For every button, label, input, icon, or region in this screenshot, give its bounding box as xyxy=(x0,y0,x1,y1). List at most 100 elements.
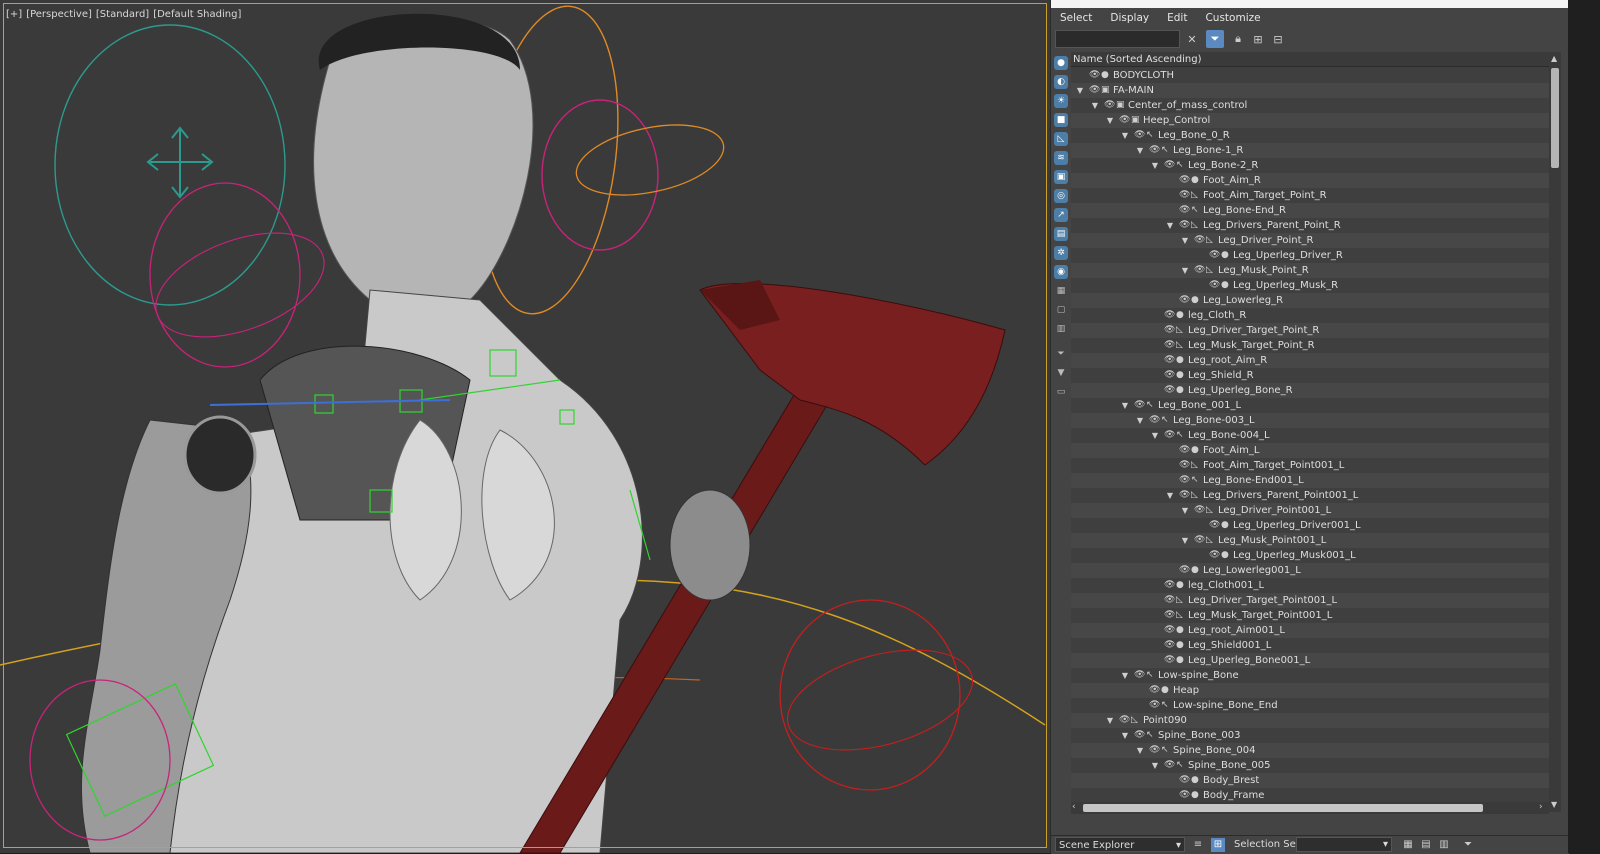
viewport-shading-menu[interactable]: [Default Shading] xyxy=(153,9,241,20)
filter-toggle-icon[interactable]: ⏷ xyxy=(1206,30,1224,48)
tree-row[interactable]: 👁︎ ● Body_Frame xyxy=(1071,788,1549,803)
scroll-up-icon[interactable]: ▲ xyxy=(1551,54,1557,63)
visibility-eye-icon[interactable]: 👁︎ xyxy=(1194,233,1205,248)
visibility-eye-icon[interactable]: 👁︎ xyxy=(1149,683,1160,698)
cameras-filter-icon[interactable]: ■ xyxy=(1054,113,1068,127)
create-selection-set-icon[interactable]: ▦ xyxy=(1401,838,1415,852)
tree-row[interactable]: ▼ 👁︎ ↖ Spine_Bone_005 xyxy=(1071,758,1549,773)
clear-search-icon[interactable]: ✕ xyxy=(1183,30,1201,48)
expand-toggle-icon[interactable]: ▼ xyxy=(1180,233,1190,248)
viewport-perspective[interactable]: [+] [Perspective] [Standard] [Default Shadi… xyxy=(0,0,1051,853)
xrefs-filter-icon[interactable]: ◎ xyxy=(1054,189,1068,203)
tree-row[interactable]: 👁︎ ● Leg_Uperleg_Musk001_L xyxy=(1071,548,1549,563)
tree-vertical-scrollbar[interactable]: ▲ ▼ xyxy=(1549,52,1561,812)
visibility-eye-icon[interactable]: 👁︎ xyxy=(1179,788,1190,803)
tree-row[interactable]: 👁︎ ● leg_Cloth_R xyxy=(1071,308,1549,323)
tree-row[interactable]: ▼ 👁︎ ↖ Leg_Bone_0_R xyxy=(1071,128,1549,143)
visibility-eye-icon[interactable]: 👁︎ xyxy=(1149,413,1160,428)
visibility-eye-icon[interactable]: 👁︎ xyxy=(1164,638,1175,653)
viewport-point-of-view-menu[interactable]: [Perspective] xyxy=(26,9,92,20)
tree-row[interactable]: 👁︎ ● Body_Brest xyxy=(1071,773,1549,788)
tree-row[interactable]: 👁︎ ● BODYCLOTH xyxy=(1071,68,1549,83)
menu-display[interactable]: Display xyxy=(1101,8,1158,28)
visibility-eye-icon[interactable]: 👁︎ xyxy=(1209,548,1220,563)
tree-row[interactable]: ▼ 👁︎ ◺ Leg_Musk_Point001_L xyxy=(1071,533,1549,548)
visibility-eye-icon[interactable]: 👁︎ xyxy=(1194,533,1205,548)
visibility-eye-icon[interactable]: 👁︎ xyxy=(1134,728,1145,743)
visibility-eye-icon[interactable]: 👁︎ xyxy=(1164,578,1175,593)
visibility-eye-icon[interactable]: 👁︎ xyxy=(1164,338,1175,353)
tree-row[interactable]: 👁︎ ◺ Leg_Driver_Target_Point_R xyxy=(1071,323,1549,338)
viewport-scene[interactable] xyxy=(0,0,1050,853)
visibility-eye-icon[interactable]: 👁︎ xyxy=(1194,263,1205,278)
visibility-eye-icon[interactable]: 👁︎ xyxy=(1179,473,1190,488)
filter-settings-icon[interactable]: ⏷ xyxy=(1054,347,1068,361)
tree-row[interactable]: 👁︎ ● Leg_Lowerleg001_L xyxy=(1071,563,1549,578)
visibility-eye-icon[interactable]: 👁︎ xyxy=(1209,518,1220,533)
expand-toggle-icon[interactable]: ▼ xyxy=(1120,668,1130,683)
tree-row[interactable]: ▼ 👁︎ ↖ Leg_Bone-1_R xyxy=(1071,143,1549,158)
tree-row[interactable]: ▼ 👁︎ ↖ Low-spine_Bone xyxy=(1071,668,1549,683)
visibility-eye-icon[interactable]: 👁︎ xyxy=(1164,758,1175,773)
visibility-eye-icon[interactable]: 👁︎ xyxy=(1104,98,1115,113)
expand-toggle-icon[interactable]: ▼ xyxy=(1105,713,1115,728)
display-none-icon[interactable]: ▢ xyxy=(1054,303,1068,317)
tree-row[interactable]: 👁︎ ● Leg_root_Aim001_L xyxy=(1071,623,1549,638)
tree-row[interactable]: 👁︎ ◺ Leg_Driver_Target_Point001_L xyxy=(1071,593,1549,608)
visibility-eye-icon[interactable]: 👁︎ xyxy=(1164,623,1175,638)
tree-row[interactable]: ▼ 👁︎ ▣ Heep_Control xyxy=(1071,113,1549,128)
visibility-eye-icon[interactable]: 👁︎ xyxy=(1149,743,1160,758)
tree-row[interactable]: 👁︎ ● Leg_Uperleg_Bone_R xyxy=(1071,383,1549,398)
visibility-eye-icon[interactable]: 👁︎ xyxy=(1164,323,1175,338)
shapes-filter-icon[interactable]: ◐ xyxy=(1054,75,1068,89)
tree-row[interactable]: 👁︎ ● Leg_Uperleg_Driver_R xyxy=(1071,248,1549,263)
visibility-eye-icon[interactable]: 👁︎ xyxy=(1089,83,1100,98)
scroll-right-icon[interactable]: › xyxy=(1539,802,1543,812)
visibility-eye-icon[interactable]: 👁︎ xyxy=(1164,593,1175,608)
tree-row[interactable]: ▼ 👁︎ ↖ Leg_Bone-003_L xyxy=(1071,413,1549,428)
menu-customize[interactable]: Customize xyxy=(1196,8,1269,28)
layer-icon[interactable]: ▭ xyxy=(1054,385,1068,399)
hand-model[interactable] xyxy=(669,489,751,601)
expand-toggle-icon[interactable]: ▼ xyxy=(1150,158,1160,173)
tree-row[interactable]: ▼ 👁︎ ↖ Leg_Bone-2_R xyxy=(1071,158,1549,173)
geometry-filter-icon[interactable]: ● xyxy=(1054,56,1068,70)
lights-filter-icon[interactable]: ☀ xyxy=(1054,94,1068,108)
tree-row[interactable]: 👁︎ ● Leg_Shield001_L xyxy=(1071,638,1549,653)
tree-row[interactable]: 👁︎ ● Foot_Aim_R xyxy=(1071,173,1549,188)
expand-toggle-icon[interactable]: ▼ xyxy=(1075,83,1085,98)
visibility-eye-icon[interactable]: 👁︎ xyxy=(1209,248,1220,263)
expand-toggle-icon[interactable]: ▼ xyxy=(1135,743,1145,758)
tree-row[interactable]: 👁︎ ↖ Leg_Bone-End001_L xyxy=(1071,473,1549,488)
spacewarps-filter-icon[interactable]: ≋ xyxy=(1054,151,1068,165)
particles-filter-icon[interactable]: ✲ xyxy=(1054,246,1068,260)
visibility-eye-icon[interactable]: 👁︎ xyxy=(1179,443,1190,458)
expand-toggle-icon[interactable]: ▼ xyxy=(1180,263,1190,278)
menu-select[interactable]: Select xyxy=(1051,8,1101,28)
horizontal-scroll-thumb[interactable] xyxy=(1083,804,1483,812)
visibility-eye-icon[interactable]: 👁︎ xyxy=(1179,563,1190,578)
remove-from-set-icon[interactable]: ▥ xyxy=(1437,838,1451,852)
tree-row[interactable]: ▼ 👁︎ ◺ Leg_Driver_Point001_L xyxy=(1071,503,1549,518)
visibility-eye-icon[interactable]: 👁︎ xyxy=(1149,143,1160,158)
visibility-eye-icon[interactable]: 👁︎ xyxy=(1149,698,1160,713)
visibility-eye-icon[interactable]: 👁︎ xyxy=(1134,128,1145,143)
scroll-left-icon[interactable]: ‹ xyxy=(1072,802,1076,812)
filter-icon[interactable]: ▼ xyxy=(1054,366,1068,380)
tree-row[interactable]: 👁︎ ● leg_Cloth001_L xyxy=(1071,578,1549,593)
visibility-eye-icon[interactable]: 👁︎ xyxy=(1179,188,1190,203)
visibility-eye-icon[interactable]: 👁︎ xyxy=(1179,488,1190,503)
visibility-filter-icon[interactable]: ◉ xyxy=(1054,265,1068,279)
groups-filter-icon[interactable]: ▣ xyxy=(1054,170,1068,184)
tree-row[interactable]: ▼ 👁︎ ◺ Point090 xyxy=(1071,713,1549,728)
hierarchy-mode-icon[interactable]: ⊞ xyxy=(1211,838,1225,852)
visibility-eye-icon[interactable]: 👁︎ xyxy=(1119,713,1130,728)
expand-toggle-icon[interactable]: ▼ xyxy=(1165,488,1175,503)
filter-icon[interactable]: ⏷ xyxy=(1461,838,1475,852)
tree-row[interactable]: 👁︎ ↖ Leg_Bone-End_R xyxy=(1071,203,1549,218)
tree-row[interactable]: ▼ 👁︎ ◺ Leg_Drivers_Parent_Point001_L xyxy=(1071,488,1549,503)
tree-row[interactable]: 👁︎ ● Leg_Uperleg_Bone001_L xyxy=(1071,653,1549,668)
add-to-set-icon[interactable]: ▤ xyxy=(1419,838,1433,852)
hierarchy-icon[interactable]: ⊞ xyxy=(1249,30,1267,48)
tree-row[interactable]: ▼ 👁︎ ◺ Leg_Drivers_Parent_Point_R xyxy=(1071,218,1549,233)
